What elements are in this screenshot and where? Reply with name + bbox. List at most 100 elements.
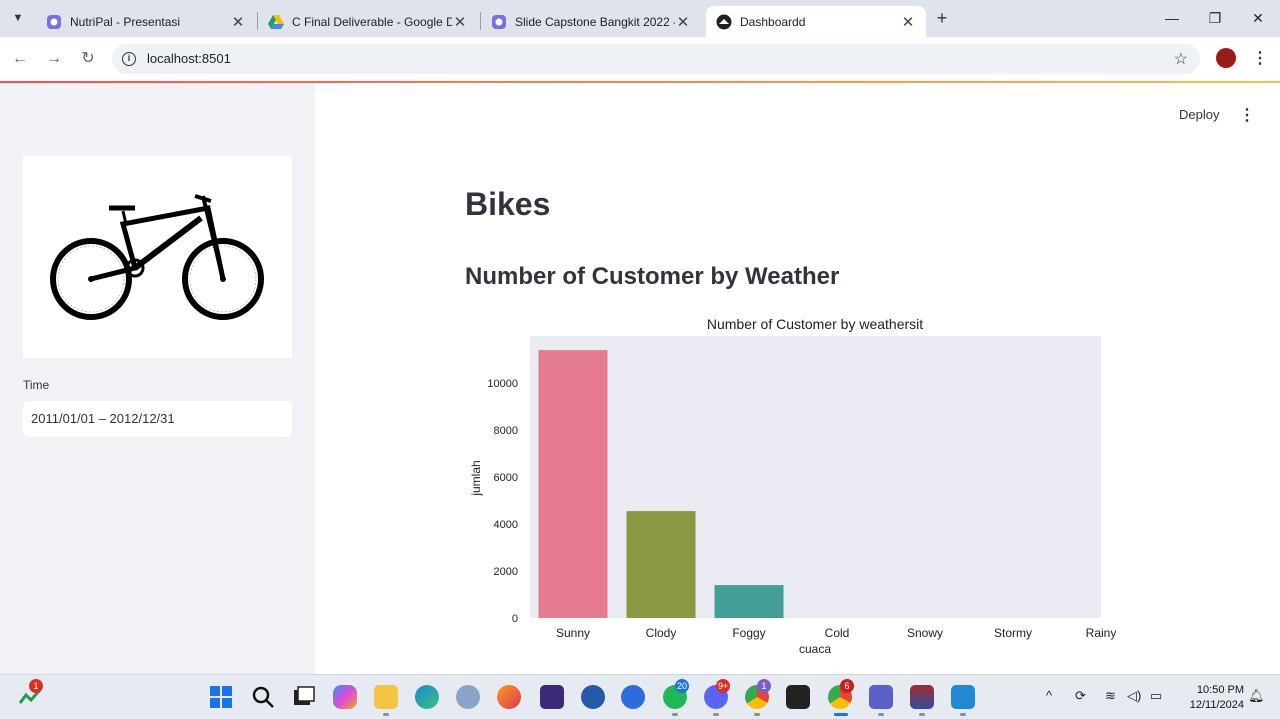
sidebar: Time 2011/01/01 – 2012/12/31 (0, 83, 315, 674)
teams-icon[interactable] (869, 685, 893, 709)
minimize-button[interactable]: — (1162, 8, 1182, 28)
system-clock[interactable]: 10:50 PM 12/11/2024 (1180, 683, 1244, 713)
google-drive-icon (268, 14, 284, 30)
date-range-input[interactable]: 2011/01/01 – 2012/12/31 (23, 401, 292, 437)
windows-taskbar: 1 20 9+ 1 6 ^ ⟳ ≋ ◁) ▭ 10:50 PM 12/11/20… (0, 674, 1280, 719)
x-tick-label: Clody (646, 626, 677, 640)
clock-time: 10:50 PM (1196, 684, 1244, 696)
restore-button[interactable]: ❐ (1205, 8, 1225, 28)
bookmark-star-icon[interactable]: ☆ (1174, 49, 1188, 69)
tab-nutripal[interactable]: NutriPal - Presentasi ✕ (36, 6, 256, 37)
tab-title: C Final Deliverable - Google Dr (292, 14, 452, 29)
tab-title: Slide Capstone Bangkit 2022 - ( (515, 14, 675, 29)
miktex-icon[interactable] (581, 685, 605, 709)
x-tick-label: Foggy (732, 626, 765, 640)
running-indicator (960, 713, 966, 716)
section-subheader: Number of Customer by Weather (465, 263, 840, 290)
zoom-icon[interactable] (621, 685, 645, 709)
slides-favicon-icon (46, 14, 62, 30)
running-indicator (383, 713, 389, 716)
y-axis: 0 2000 4000 6000 8000 10000 (487, 378, 518, 625)
volume-icon[interactable]: ◁) (1127, 688, 1141, 704)
copilot-icon[interactable] (333, 685, 357, 709)
tab-search-dropdown[interactable]: ▼ (6, 6, 30, 30)
task-view-icon[interactable] (292, 685, 316, 709)
bar-foggy (714, 585, 784, 618)
battery-icon[interactable]: ▭ (1150, 688, 1162, 704)
x-axis: Sunny Clody Foggy Cold Snowy Stormy Rainy (556, 626, 1116, 640)
y-tick-label: 10000 (487, 378, 518, 390)
page-title: Bikes (465, 186, 551, 222)
tab-slide-capstone[interactable]: Slide Capstone Bangkit 2022 - ( ✕ (481, 6, 701, 37)
main-menu-icon[interactable]: ⋮ (1239, 105, 1255, 125)
discord-badge: 9+ (716, 679, 731, 693)
running-indicator (919, 713, 925, 716)
site-info-icon[interactable]: i (122, 52, 136, 66)
bar-sunny (538, 350, 608, 618)
y-tick-label: 6000 (494, 472, 518, 484)
reload-icon[interactable]: ↻ (77, 48, 99, 70)
y-tick-label: 0 (512, 613, 518, 625)
chart-title: Number of Customer by weathersit (707, 316, 923, 332)
plot-area (530, 336, 1101, 618)
vscode-icon[interactable] (951, 685, 975, 709)
x-tick-label: Rainy (1086, 626, 1117, 640)
back-icon[interactable]: ← (9, 48, 31, 70)
y-tick-label: 4000 (494, 519, 518, 531)
windows-start-icon[interactable] (209, 685, 233, 709)
bike-logo-image (23, 156, 292, 358)
x-tick-label: Sunny (556, 626, 590, 640)
texworks-icon[interactable] (540, 685, 564, 709)
weather-bar-chart: Number of Customer by weathersit 0 2000 40… (469, 316, 1116, 656)
r-app-icon[interactable] (456, 685, 480, 709)
x-axis-label: cuaca (799, 642, 831, 656)
url-text[interactable]: localhost:8501 (147, 51, 231, 66)
chrome-profile-badge: 1 (757, 679, 771, 693)
browser-tab-strip: ▼ NutriPal - Presentasi ✕ C Final Delive… (0, 0, 1280, 37)
wifi-icon[interactable]: ≋ (1105, 688, 1116, 704)
deploy-button[interactable]: Deploy (1179, 107, 1219, 122)
tab-title: NutriPal - Presentasi (70, 14, 181, 29)
browser-menu-icon[interactable]: ⋮ (1252, 48, 1268, 70)
edge-icon[interactable] (415, 685, 439, 709)
running-indicator (672, 713, 678, 716)
x-tick-label: Stormy (994, 626, 1032, 640)
tab-final-deliverable[interactable]: C Final Deliverable - Google Dr ✕ (258, 6, 478, 37)
x-tick-label: Snowy (907, 626, 943, 640)
winrar-icon[interactable] (910, 685, 934, 709)
time-label: Time (23, 378, 50, 392)
chrome-badge: 6 (840, 679, 854, 693)
streamlit-favicon-icon (716, 14, 732, 30)
new-tab-button[interactable]: + (932, 8, 952, 28)
notification-bell-icon[interactable]: 🔔︎ (1248, 688, 1265, 704)
tab-close-icon[interactable]: ✕ (900, 13, 916, 31)
y-tick-label: 2000 (494, 566, 518, 578)
bar-clody (626, 511, 696, 618)
whatsapp-badge: 20 (675, 679, 690, 693)
x-tick-label: Cold (825, 626, 850, 640)
tab-close-icon[interactable]: ✕ (230, 13, 246, 31)
profile-avatar[interactable] (1216, 48, 1236, 68)
running-indicator (754, 713, 760, 716)
terminal-icon[interactable] (786, 685, 810, 709)
widgets-badge: 1 (29, 679, 43, 693)
tab-close-icon[interactable]: ✕ (452, 13, 468, 31)
chevron-up-icon[interactable]: ^ (1046, 688, 1052, 703)
browser-toolbar: ← → ↻ i localhost:8501 ☆ (0, 37, 1280, 81)
tab-close-icon[interactable]: ✕ (675, 13, 691, 31)
running-indicator (713, 713, 719, 716)
close-window-button[interactable]: ✕ (1248, 8, 1268, 28)
tab-dashboard[interactable]: Dashboardd ✕ (706, 6, 926, 37)
y-axis-label: jumlah (469, 460, 483, 496)
firefox-icon[interactable] (497, 685, 521, 709)
clock-date: 12/11/2024 (1189, 699, 1244, 711)
forward-icon[interactable]: → (43, 48, 65, 70)
slides-favicon-icon (491, 14, 507, 30)
search-icon[interactable] (251, 685, 275, 709)
tab-title: Dashboardd (740, 14, 806, 29)
running-indicator (878, 713, 884, 716)
address-bar[interactable]: i localhost:8501 ☆ (112, 44, 1200, 74)
sync-icon[interactable]: ⟳ (1075, 688, 1086, 704)
active-indicator (834, 713, 848, 716)
file-explorer-icon[interactable] (374, 685, 398, 709)
